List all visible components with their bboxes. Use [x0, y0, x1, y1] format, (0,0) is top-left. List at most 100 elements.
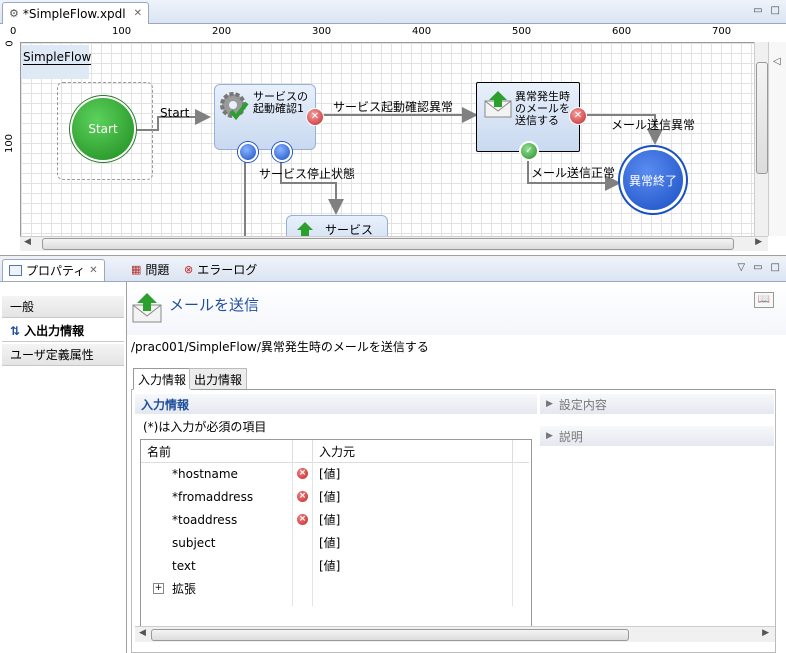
scroll-thumb[interactable] — [151, 629, 629, 641]
abnormal-end-node[interactable]: 異常終了 — [623, 150, 683, 210]
scroll-left-icon[interactable]: ◀ — [24, 237, 31, 247]
side-item-user-attributes[interactable]: ユーザ定義属性 — [2, 344, 124, 366]
param-name: *hostname — [172, 466, 238, 481]
param-source[interactable]: [値] — [319, 508, 340, 531]
scroll-right-icon[interactable]: ▶ — [762, 628, 769, 638]
expand-toggle[interactable]: + — [153, 577, 164, 600]
mail-error-label: 異常発生時のメールを送信する — [515, 90, 570, 127]
tab-error-log[interactable]: ⊗ エラーログ — [178, 259, 263, 280]
subtab-output[interactable]: 出力情報 — [189, 368, 248, 389]
start-node-label: Start — [88, 122, 118, 136]
panel-window-controls: ▽ ▭ □ — [737, 262, 780, 273]
error-icon: × — [297, 491, 308, 502]
input-section-header[interactable]: 入力情報 — [135, 394, 537, 414]
tab-properties-label: プロパティ — [26, 264, 86, 278]
error-boundary-icon[interactable]: ✕ — [306, 108, 324, 126]
settings-section-header[interactable]: ▶ 設定内容 — [540, 394, 774, 414]
ruler-tick-300: 300 — [312, 26, 332, 37]
scroll-thumb[interactable] — [42, 238, 734, 250]
service-node-label: サービス — [325, 223, 374, 236]
table-row-expand[interactable]: + 拡張 — [141, 577, 529, 600]
port-icon[interactable] — [238, 142, 258, 162]
ruler-tick-700: 700 — [712, 26, 732, 37]
view-menu-icon[interactable]: ▽ — [737, 262, 745, 273]
minimize-icon[interactable]: ▭ — [753, 5, 762, 16]
tab-error-log-label: エラーログ — [197, 263, 258, 277]
minimize-icon[interactable]: ▭ — [753, 262, 762, 273]
close-icon[interactable]: ✕ — [89, 265, 97, 276]
description-section-label: 説明 — [558, 429, 583, 444]
param-source[interactable]: [値] — [319, 554, 340, 577]
close-icon[interactable]: ✕ — [134, 8, 142, 19]
abnormal-end-label: 異常終了 — [628, 173, 677, 188]
ruler-tick-400: 400 — [412, 26, 432, 37]
scroll-right-icon[interactable]: ▶ — [755, 237, 762, 247]
service-check-node[interactable]: サービスの起動確認1 — [214, 84, 316, 150]
scroll-thumb[interactable] — [756, 62, 768, 174]
properties-tab-bar: プロパティ ✕ ▦ 問題 ⊗ エラーログ ▽ ▭ □ — [0, 258, 786, 282]
table-row[interactable]: *fromaddress × [値] — [141, 485, 529, 508]
table-row[interactable]: *toaddress × [値] — [141, 508, 529, 531]
start-node[interactable]: Start — [72, 98, 134, 160]
settings-section-label: 設定内容 — [558, 397, 607, 412]
editor-tab-title: *SimpleFlow.xpdl — [22, 6, 126, 21]
column-header-status — [293, 440, 313, 462]
table-row[interactable]: *hostname × [値] — [141, 462, 529, 485]
expand-arrow-icon: ▶ — [546, 399, 553, 409]
table-row[interactable]: subject [値] — [141, 531, 529, 554]
input-table: 名前 入力元 *hostname × [値] *fromaddress × [値… — [140, 439, 532, 629]
error-icon: × — [297, 514, 308, 525]
plus-icon: + — [153, 583, 164, 594]
ruler-tick-500: 500 — [512, 26, 532, 37]
description-section-header[interactable]: ▶ 説明 — [540, 426, 774, 446]
error-boundary-icon[interactable]: ✕ — [569, 107, 587, 125]
edge-label-mail-ok: メール送信正常 — [531, 166, 616, 180]
expand-palette-icon[interactable]: ◁ — [773, 56, 781, 67]
side-item-general[interactable]: 一般 — [2, 296, 124, 318]
editor-window-controls: ▭ □ — [753, 5, 780, 16]
content-horizontal-scrollbar[interactable]: ◀ ▶ — [135, 626, 775, 642]
side-item-io[interactable]: ⇅ 入出力情報 — [2, 320, 124, 342]
error-icon: × — [297, 468, 308, 479]
tab-problems[interactable]: ▦ 問題 — [125, 259, 175, 280]
param-name: 拡張 — [172, 582, 197, 596]
required-note: (*)は入力が必須の項目 — [143, 420, 267, 434]
edge-label-mail-error: メール送信異常 — [611, 118, 696, 132]
editor-vertical-scrollbar[interactable] — [754, 42, 769, 236]
ruler-horizontal: 0 100 200 300 400 500 600 700 — [10, 24, 765, 43]
ruler-tick-200: 200 — [212, 26, 232, 37]
table-row[interactable]: text [値] — [141, 554, 529, 577]
ruler-left-tick-100: 100 — [4, 133, 16, 154]
mail-send-icon — [483, 89, 513, 119]
param-source[interactable]: [値] — [319, 485, 340, 508]
param-name: subject — [172, 535, 216, 550]
column-header-label: 入力元 — [319, 444, 356, 459]
service-node-partial[interactable]: サービス — [286, 215, 388, 236]
tab-problems-label: 問題 — [145, 263, 170, 277]
service-icon — [293, 222, 317, 236]
param-source[interactable]: [値] — [319, 462, 340, 485]
maximize-icon[interactable]: □ — [771, 5, 780, 16]
ruler-tick-600: 600 — [612, 26, 632, 37]
ruler-tick-100: 100 — [112, 26, 132, 37]
flow-canvas[interactable]: SimpleFlow Start サービスの起動確認1 ✕ 異常発生時のメールを… — [21, 43, 763, 236]
tab-properties[interactable]: プロパティ ✕ — [2, 259, 105, 281]
help-book-icon[interactable]: 📖 — [754, 292, 774, 308]
param-source[interactable]: [値] — [319, 531, 340, 554]
editor-horizontal-scrollbar[interactable]: ◀ ▶ — [20, 236, 768, 251]
problems-icon: ▦ — [131, 263, 142, 276]
column-divider — [292, 462, 293, 606]
editor-tab[interactable]: ⚙ *SimpleFlow.xpdl ✕ — [2, 2, 150, 24]
scroll-left-icon[interactable]: ◀ — [139, 628, 146, 638]
properties-icon — [9, 265, 22, 276]
success-port-icon[interactable]: ✓ — [519, 141, 539, 161]
subtab-input[interactable]: 入力情報 — [133, 368, 192, 390]
maximize-icon[interactable]: □ — [771, 262, 780, 273]
param-name: text — [172, 558, 196, 573]
expand-arrow-icon: ▶ — [546, 431, 553, 441]
column-header-name[interactable]: 名前 — [141, 440, 293, 462]
port-icon[interactable] — [272, 142, 292, 162]
column-header-source[interactable]: 入力元 — [313, 440, 513, 462]
palette-collapsed[interactable]: ◁ — [768, 42, 786, 236]
service-check-label: サービスの起動確認1 — [253, 90, 308, 115]
